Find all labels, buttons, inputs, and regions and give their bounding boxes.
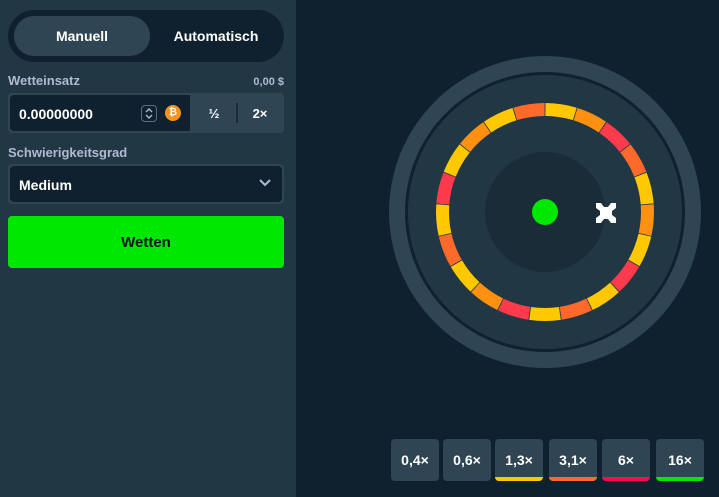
multiplier-label: 3,1× [559,452,587,468]
wheel-segment [435,204,452,236]
chevron-down-icon [259,179,271,187]
bet-amount-input[interactable]: 0.00000000 ₿ [10,95,190,131]
wheel-segment [638,204,655,236]
multiplier-label: 6× [618,452,634,468]
multiplier-color-bar [656,477,704,481]
multiplier-3: 3,1× [549,439,597,481]
bitcoin-icon: ₿ [165,105,181,121]
multiplier-5: 16× [656,439,704,481]
difficulty-select-field[interactable]: Medium [10,166,282,202]
difficulty-value: Medium [19,177,72,193]
multiplier-color-bar [549,477,597,481]
multiplier-0: 0,4× [391,439,439,481]
multiplier-1: 0,6× [443,439,491,481]
multiplier-label: 16× [668,452,692,468]
multiplier-color-bar [495,477,543,481]
multiplier-color-bar [602,477,650,481]
difficulty-select[interactable]: Medium [8,164,284,204]
multiplier-label: 0,4× [401,452,429,468]
bet-button[interactable]: Wetten [8,216,284,268]
mode-toggle: Manuell Automatisch [8,10,284,62]
half-bet-button[interactable]: ½ [192,95,236,131]
difficulty-label: Schwierigkeitsgrad [8,145,128,160]
tab-manual[interactable]: Manuell [14,16,150,56]
sidebar: Manuell Automatisch Wetteinsatz 0,00 $ 0… [0,0,296,497]
bet-amount-group: 0.00000000 ₿ ½ 2× [8,93,284,133]
bet-amount-label: Wetteinsatz [8,73,80,88]
wheel-pointer-dot [532,199,558,225]
tab-auto[interactable]: Automatisch [152,16,280,56]
wheel-segment [529,306,561,322]
bet-amount-value: 0.00000000 [19,106,93,122]
multiplier-label: 0,6× [453,452,481,468]
wheel [388,55,702,369]
multiplier-label: 1,3× [505,452,533,468]
multiplier-2: 1,3× [495,439,543,481]
stepper-icon[interactable] [141,105,157,122]
multiplier-4: 6× [602,439,650,481]
double-bet-button[interactable]: 2× [238,95,282,131]
bet-fiat-value: 0,00 $ [253,76,284,88]
